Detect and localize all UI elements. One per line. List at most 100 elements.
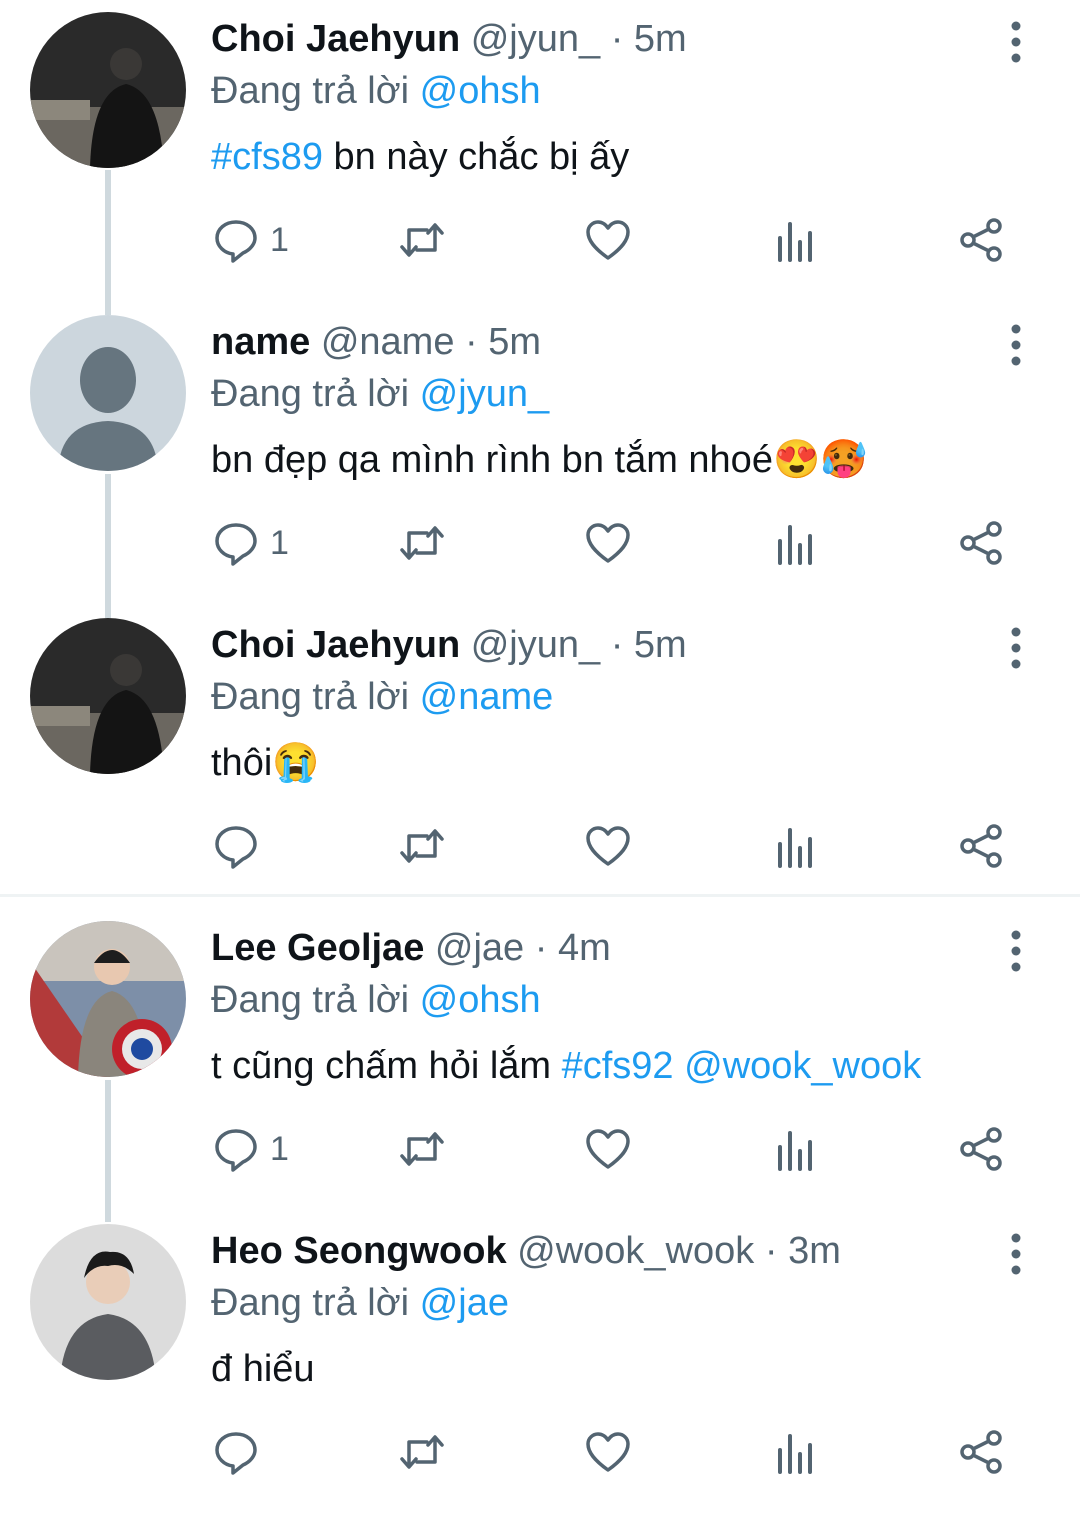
timestamp[interactable]: 5m (634, 624, 687, 666)
timestamp[interactable]: 4m (558, 927, 611, 969)
avatar[interactable] (30, 12, 186, 168)
analytics-button[interactable] (771, 195, 819, 285)
analytics-button[interactable] (771, 801, 819, 891)
analytics-icon (778, 222, 812, 262)
reply-icon (215, 523, 257, 566)
retweet-icon (400, 526, 444, 560)
username[interactable]: @name (321, 321, 455, 363)
mention-link[interactable]: @wook_wook (684, 1045, 921, 1087)
like-button[interactable] (584, 801, 632, 891)
share-icon (960, 1127, 1002, 1171)
tweet-text-part (674, 1045, 685, 1087)
retweet-button[interactable] (398, 801, 446, 891)
reply-button[interactable]: 1 (212, 498, 289, 588)
reply-button[interactable] (212, 801, 270, 891)
tweet[interactable]: Lee Geoljae @jae · 4m Đang trả lời @ohsh… (0, 909, 1080, 1212)
separator-dot: · (465, 321, 478, 363)
timestamp[interactable]: 3m (788, 1230, 841, 1272)
more-options-icon[interactable] (996, 624, 1036, 672)
retweet-button[interactable] (398, 1407, 446, 1497)
share-button[interactable] (958, 195, 1006, 285)
heart-icon (586, 523, 630, 563)
avatar[interactable] (30, 618, 186, 774)
like-button[interactable] (584, 195, 632, 285)
share-button[interactable] (958, 801, 1006, 891)
reply-button[interactable]: 1 (212, 195, 289, 285)
reply-icon (215, 220, 257, 263)
display-name[interactable]: Heo Seongwook (211, 1230, 507, 1272)
avatar[interactable] (30, 315, 186, 471)
display-name[interactable]: name (211, 321, 310, 363)
reply-count: 1 (270, 523, 289, 562)
retweet-button[interactable] (398, 1104, 446, 1194)
display-name[interactable]: Choi Jaehyun (211, 624, 460, 666)
share-icon (960, 824, 1002, 868)
retweet-icon (400, 1435, 444, 1469)
reply-button[interactable]: 1 (212, 1104, 289, 1194)
tweet-text-part: t cũng chấm hỏi lắm (211, 1045, 562, 1087)
analytics-button[interactable] (771, 498, 819, 588)
heart-icon (586, 1129, 630, 1169)
retweet-button[interactable] (398, 498, 446, 588)
tweet[interactable]: Choi Jaehyun @jyun_ · 5m Đang trả lời @n… (0, 606, 1080, 909)
more-options-icon[interactable] (996, 927, 1036, 975)
timestamp[interactable]: 5m (634, 18, 687, 60)
username[interactable]: @jyun_ (471, 624, 600, 666)
timestamp[interactable]: 5m (488, 321, 541, 363)
tweet-text-part: thôi😭 (211, 742, 320, 784)
share-button[interactable] (958, 1407, 1006, 1497)
hashtag[interactable]: #cfs92 (562, 1045, 674, 1087)
analytics-button[interactable] (771, 1104, 819, 1194)
avatar[interactable] (30, 921, 186, 1077)
username[interactable]: @jyun_ (471, 18, 600, 60)
like-button[interactable] (584, 498, 632, 588)
analytics-icon (778, 1131, 812, 1171)
tweet-actions: 1 (0, 498, 1080, 588)
display-name[interactable]: Choi Jaehyun (211, 18, 460, 60)
tweet-text-part: bn đẹp qa mình rình bn tắm nhoé😍🥵 (211, 439, 868, 481)
retweet-icon (400, 223, 444, 257)
more-options-icon[interactable] (996, 321, 1036, 369)
replying-to: Đang trả lời @jae (211, 1280, 509, 1326)
tweet-header: name @name · 5m (211, 319, 541, 365)
reply-icon (215, 826, 257, 869)
tweet[interactable]: Heo Seongwook @wook_wook · 3m Đang trả l… (0, 1212, 1080, 1515)
separator-dot: · (534, 927, 548, 969)
tweet[interactable]: name @name · 5m Đang trả lời @jyun_ bn đ… (0, 303, 1080, 606)
heart-icon (586, 1432, 630, 1472)
replying-to: Đang trả lời @ohsh (211, 68, 541, 114)
tweet-header: Choi Jaehyun @jyun_ · 5m (211, 16, 687, 62)
hashtag[interactable]: #cfs89 (211, 136, 323, 178)
more-options-icon[interactable] (996, 1230, 1036, 1278)
tweet[interactable]: Choi Jaehyun @jyun_ · 5m Đang trả lời @o… (0, 0, 1080, 303)
like-button[interactable] (584, 1407, 632, 1497)
tweet-text-part: đ hiểu (211, 1348, 315, 1390)
retweet-button[interactable] (398, 195, 446, 285)
username[interactable]: @wook_wook (517, 1230, 754, 1272)
replying-to: Đang trả lời @ohsh (211, 977, 541, 1023)
replying-mention[interactable]: @name (420, 676, 554, 718)
tweet-text: t cũng chấm hỏi lắm #cfs92 @wook_wook (211, 1043, 921, 1089)
tweet-actions: 1 (0, 195, 1080, 285)
reply-icon (215, 1129, 257, 1172)
display-name[interactable]: Lee Geoljae (211, 927, 424, 969)
tweet-actions (0, 1407, 1080, 1497)
replying-mention[interactable]: @ohsh (420, 979, 541, 1021)
reply-icon (215, 1432, 257, 1475)
replying-mention[interactable]: @ohsh (420, 70, 541, 112)
analytics-icon (778, 1434, 812, 1474)
retweet-icon (400, 829, 444, 863)
username[interactable]: @jae (435, 927, 524, 969)
tweet-actions (0, 801, 1080, 891)
share-button[interactable] (958, 498, 1006, 588)
analytics-button[interactable] (771, 1407, 819, 1497)
replying-mention[interactable]: @jae (420, 1282, 509, 1324)
more-options-icon[interactable] (996, 18, 1036, 66)
like-button[interactable] (584, 1104, 632, 1194)
replying-to: Đang trả lời @name (211, 674, 553, 720)
replying-mention[interactable]: @jyun_ (420, 373, 549, 415)
reply-button[interactable] (212, 1407, 270, 1497)
share-button[interactable] (958, 1104, 1006, 1194)
replying-label: Đang trả lời (211, 979, 410, 1021)
avatar[interactable] (30, 1224, 186, 1380)
